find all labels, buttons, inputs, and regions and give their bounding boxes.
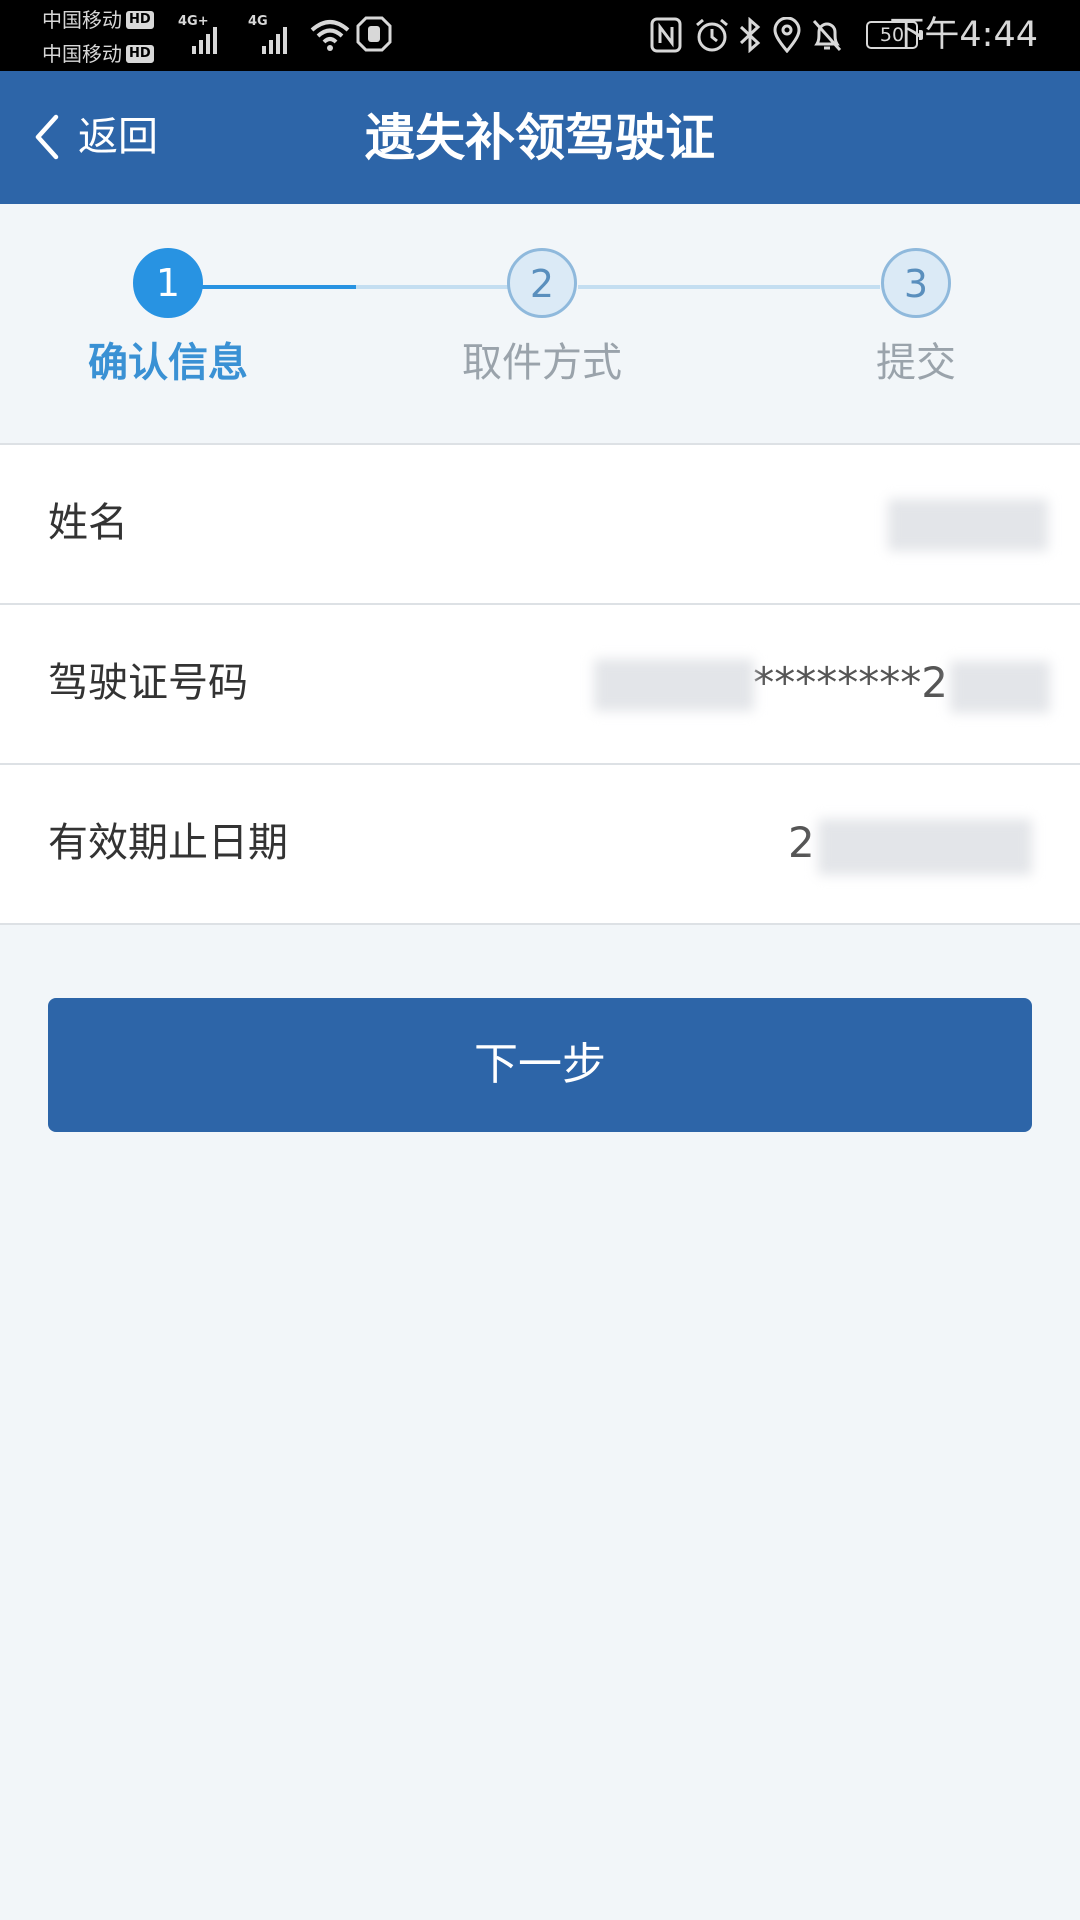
row-value: 2 [788, 818, 815, 867]
step-label: 确认信息 [88, 340, 248, 386]
row-label: 有效期止日期 [48, 820, 288, 866]
redacted-blur [888, 499, 1048, 551]
step-indicator: 1 确认信息 2 取件方式 3 提交 [0, 204, 1080, 444]
step-2: 2 取件方式 [432, 248, 652, 390]
wifi-icon [310, 20, 350, 51]
status-icons: 50 下午4:44 [620, 0, 1080, 71]
info-row-expiry-date: 有效期止日期 2 [0, 765, 1080, 925]
location-icon [773, 17, 801, 53]
step-number: 2 [507, 248, 577, 318]
app-header: 返回 遗失补领驾驶证 [0, 71, 1080, 204]
mute-bell-icon [812, 19, 842, 52]
info-row-name: 姓名 [0, 445, 1080, 605]
redacted-blur [594, 659, 754, 711]
step-1: 1 确认信息 [58, 248, 278, 390]
carrier-1: 中国移动 HD [42, 6, 154, 34]
bluetooth-icon [739, 17, 761, 53]
carrier-1-name: 中国移动 [42, 8, 122, 32]
carrier-2-name: 中国移动 [42, 42, 122, 66]
carrier-info: 中国移动 HD 中国移动 HD [42, 4, 172, 68]
redacted-blur [818, 819, 1032, 875]
next-step-button[interactable]: 下一步 [48, 998, 1032, 1132]
hd-badge: HD [126, 11, 154, 29]
license-info-list: 姓名 驾驶证号码 ********2 有效期止日期 2 [0, 443, 1080, 925]
row-label: 驾驶证号码 [48, 660, 248, 706]
step-label: 取件方式 [462, 340, 622, 386]
row-value: ********2 [753, 658, 948, 707]
redacted-blur [950, 661, 1050, 713]
step-label: 提交 [876, 340, 956, 386]
step-number: 3 [881, 248, 951, 318]
page-title: 遗失补领驾驶证 [365, 109, 715, 167]
row-label: 姓名 [48, 500, 128, 546]
step-number: 1 [133, 248, 203, 318]
nfc-icon [650, 17, 682, 53]
alarm-icon [696, 18, 728, 52]
hand-icon [356, 16, 392, 52]
status-time: 下午4:44 [889, 15, 1038, 55]
carrier-2: 中国移动 HD [42, 40, 154, 68]
info-row-license-number: 驾驶证号码 ********2 [0, 605, 1080, 765]
status-bar: 中国移动 HD 中国移动 HD 4G+ 4G 50 下午4:44 [0, 0, 1080, 71]
hd-badge: HD [126, 45, 154, 63]
step-3: 3 提交 [806, 248, 1026, 390]
